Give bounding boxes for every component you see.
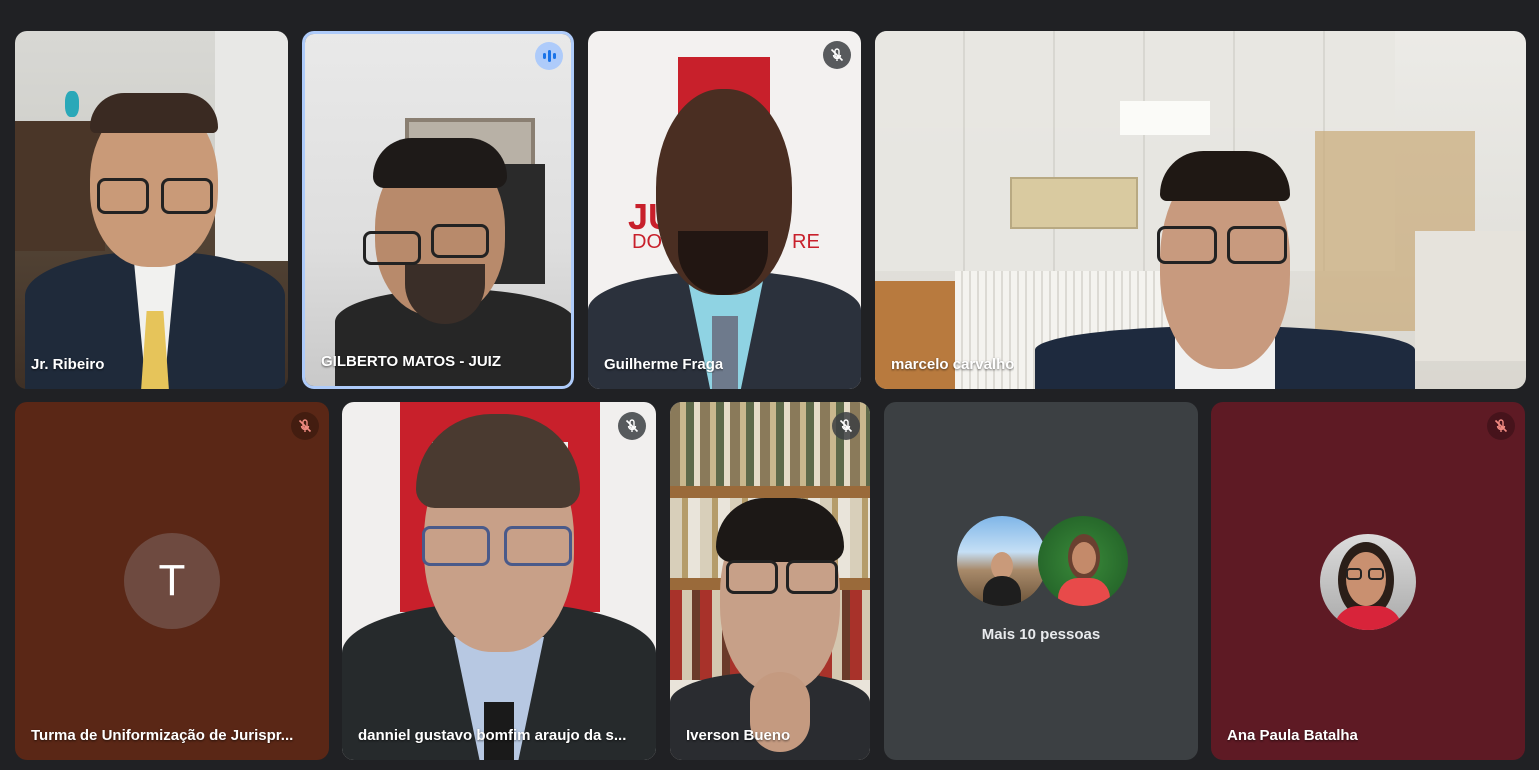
participant-tile-gilberto-matos[interactable]: GILBERTO MATOS - JUIZ	[302, 31, 574, 389]
backdrop-logo-subtext: DO	[632, 231, 662, 253]
mic-off-icon	[832, 412, 860, 440]
participant-name: marcelo carvalho	[891, 356, 1015, 373]
participant-name: Iverson Bueno	[686, 727, 791, 744]
speaking-indicator-icon	[535, 42, 563, 70]
participant-avatar	[1038, 516, 1128, 606]
more-participants-tile[interactable]: Mais 10 pessoas	[884, 402, 1198, 760]
participant-tile-guilherme-fraga[interactable]: JU DO RE Guilherme Fraga	[588, 31, 861, 389]
participant-name: Turma de Uniformização de Jurispr...	[31, 727, 294, 744]
mic-off-icon	[618, 412, 646, 440]
participant-tile-ana-paula-batalha[interactable]: Ana Paula Batalha	[1211, 402, 1525, 760]
participant-avatar	[1320, 534, 1416, 630]
avatar: T	[124, 533, 220, 629]
mic-off-icon	[823, 41, 851, 69]
participant-tile-danniel-gustavo[interactable]: danniel gustavo bomfim araujo da s...	[342, 402, 656, 760]
participant-tile-turma-uniformizacao[interactable]: T Turma de Uniformização de Jurispr...	[15, 402, 329, 760]
participant-name: Ana Paula Batalha	[1227, 727, 1358, 744]
participant-avatar	[957, 516, 1047, 606]
mic-off-icon	[291, 412, 319, 440]
participant-name: GILBERTO MATOS - JUIZ	[321, 353, 502, 370]
participant-tile-iverson-bueno[interactable]: Iverson Bueno	[670, 402, 870, 760]
participant-name: danniel gustavo bomfim araujo da s...	[358, 727, 627, 744]
mic-off-icon	[1487, 412, 1515, 440]
more-participants-label: Mais 10 pessoas	[981, 626, 1101, 643]
participant-name: Guilherme Fraga	[604, 356, 724, 373]
participant-tile-marcelo-carvalho[interactable]: marcelo carvalho	[875, 31, 1526, 389]
backdrop-logo-subtext-2: RE	[792, 231, 820, 253]
participant-name: Jr. Ribeiro	[31, 356, 105, 373]
participant-tile-jr-ribeiro[interactable]: Jr. Ribeiro	[15, 31, 288, 389]
